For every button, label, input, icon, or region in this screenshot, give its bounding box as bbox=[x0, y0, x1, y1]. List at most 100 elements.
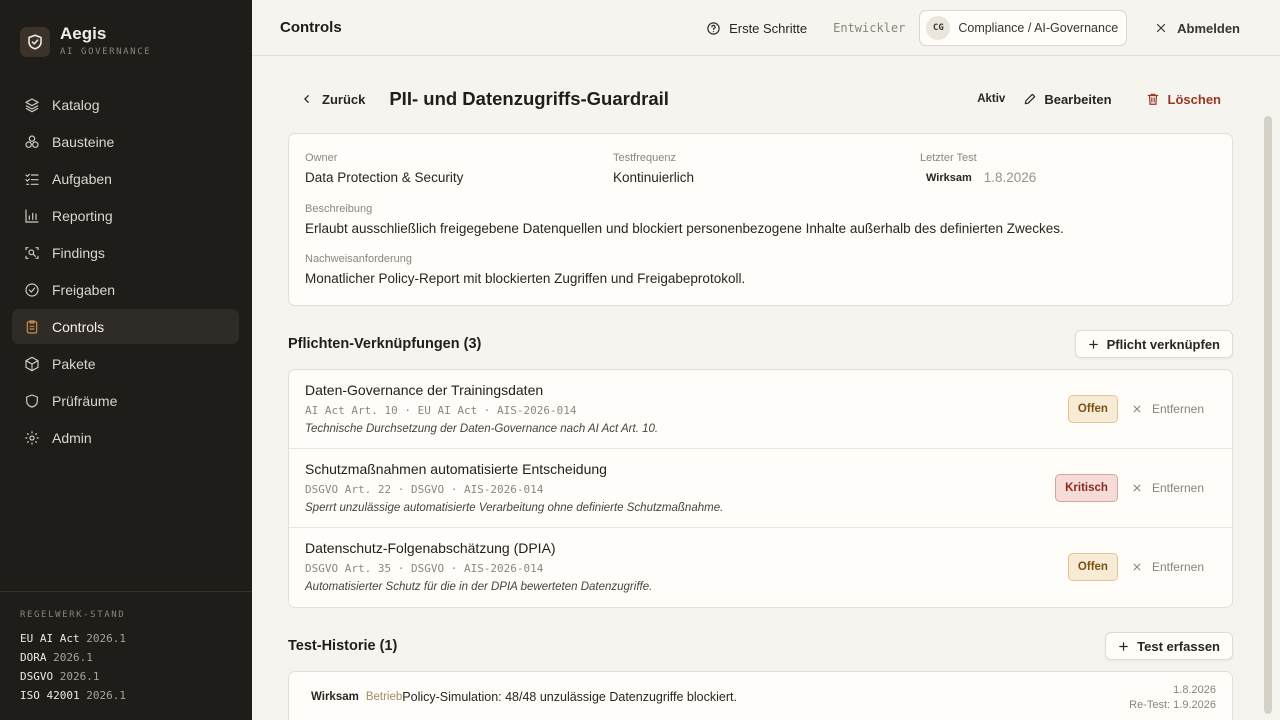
reg-row: ISO 42001 2026.1 bbox=[20, 686, 232, 705]
add-test-label: Test erfassen bbox=[1137, 638, 1220, 654]
chevron-left-icon bbox=[304, 95, 309, 103]
last-test-date: 1.8.2026 bbox=[983, 170, 1037, 185]
delete-button[interactable]: Löschen bbox=[1146, 92, 1221, 107]
sidebar-item-pakete[interactable]: Pakete bbox=[12, 346, 239, 381]
remove-label: Entfernen bbox=[1151, 402, 1204, 416]
reg-name: DSGVO bbox=[20, 670, 54, 683]
control-details-card: Owner Data Protection & Security Testfre… bbox=[288, 133, 1233, 306]
frequency-value: Kontinuierlich bbox=[613, 170, 695, 185]
test-type: Betrieb bbox=[365, 691, 403, 703]
list-item[interactable]: Schutzmaßnahmen automatisierte Entscheid… bbox=[289, 449, 1232, 528]
reg-version: 2026.1 bbox=[59, 670, 100, 683]
close-icon bbox=[1133, 484, 1141, 492]
list-item[interactable]: Daten-Governance der Trainingsdaten AI A… bbox=[289, 370, 1232, 449]
sidebar: Aegis AI GOVERNANCE Katalog Bausteine Au… bbox=[0, 0, 252, 720]
reg-version: 2026.1 bbox=[86, 689, 126, 702]
brand[interactable]: Aegis AI GOVERNANCE bbox=[20, 24, 151, 57]
evidence-value: Monatlicher Policy-Report mit blockierte… bbox=[305, 271, 746, 286]
brand-subtitle: AI GOVERNANCE bbox=[60, 47, 152, 57]
link-duty-button[interactable]: Pflicht verknüpfen bbox=[1074, 330, 1233, 358]
status-badge: Kritisch bbox=[1055, 474, 1118, 502]
close-icon bbox=[1157, 23, 1166, 33]
sidebar-item-pruefraeume[interactable]: Prüfräume bbox=[12, 383, 239, 418]
test-history-list: Wirksam Betrieb Policy-Simulation: 48/48… bbox=[288, 671, 1233, 720]
owner-field: Owner Data Protection & Security bbox=[305, 152, 463, 185]
sidebar-item-findings[interactable]: Findings bbox=[12, 235, 239, 270]
duty-description: Automatisierter Schutz für die in der DP… bbox=[305, 581, 653, 593]
back-button[interactable]: Zurück bbox=[302, 92, 365, 107]
add-test-button[interactable]: Test erfassen bbox=[1105, 632, 1233, 660]
test-result: Policy-Simulation: 48/48 unzulässige Dat… bbox=[402, 690, 737, 704]
sidebar-item-label: Prüfräume bbox=[52, 392, 118, 409]
blocks-icon bbox=[25, 134, 39, 148]
sidebar-item-bausteine[interactable]: Bausteine bbox=[12, 124, 239, 159]
frequency-field: Testfrequenz Kontinuierlich bbox=[613, 152, 694, 185]
status-badge: Aktiv bbox=[977, 93, 1006, 105]
sidebar-item-admin[interactable]: Admin bbox=[12, 420, 239, 455]
table-row[interactable]: Wirksam Betrieb Policy-Simulation: 48/48… bbox=[311, 690, 737, 704]
remove-duty-button[interactable]: Entfernen bbox=[1132, 560, 1204, 574]
scrollbar[interactable] bbox=[1264, 116, 1272, 714]
remove-duty-button[interactable]: Entfernen bbox=[1132, 481, 1204, 495]
reg-row: DORA 2026.1 bbox=[20, 648, 232, 667]
duty-title: Daten-Governance der Trainingsdaten bbox=[305, 382, 544, 398]
status-badge: Offen bbox=[1067, 553, 1118, 581]
status-badge: Offen bbox=[1067, 395, 1118, 423]
sidebar-item-label: Reporting bbox=[52, 207, 113, 224]
description-value: Erlaubt ausschließlich freigegebene Date… bbox=[305, 221, 1064, 236]
reg-row: EU AI Act 2026.1 bbox=[20, 629, 232, 648]
check-circle-icon bbox=[25, 282, 39, 297]
sidebar-nav: Katalog Bausteine Aufgaben Reporting Fin… bbox=[12, 87, 239, 457]
sidebar-item-freigaben[interactable]: Freigaben bbox=[12, 272, 239, 307]
logout-label: Abmelden bbox=[1177, 20, 1240, 36]
clipboard-icon bbox=[26, 319, 38, 334]
tasks-icon bbox=[25, 173, 39, 185]
list-item[interactable]: Datenschutz-Folgenabschätzung (DPIA) DSG… bbox=[289, 528, 1232, 607]
plus-icon bbox=[1119, 641, 1128, 651]
owner-label: Owner bbox=[305, 152, 338, 164]
logout-button[interactable]: Abmelden bbox=[1155, 21, 1240, 36]
duty-meta: AI Act Art. 10 · EU AI Act · AIS-2026-01… bbox=[305, 404, 577, 417]
link-duty-label: Pflicht verknüpfen bbox=[1106, 336, 1220, 352]
test-date: 1.8.2026 bbox=[1173, 684, 1216, 696]
test-dates: 1.8.2026 Re-Test: 1.9.2026 bbox=[1129, 683, 1216, 713]
sidebar-item-label: Aufgaben bbox=[52, 170, 112, 187]
description-field: Beschreibung Erlaubt ausschließlich frei… bbox=[305, 203, 1064, 236]
owner-value: Data Protection & Security bbox=[305, 170, 464, 185]
remove-label: Entfernen bbox=[1151, 481, 1204, 495]
evidence-field: Nachweisanforderung Monatlicher Policy-R… bbox=[305, 253, 745, 286]
main-content: Zurück PII- und Datenzugriffs-Guardrail … bbox=[252, 56, 1272, 720]
back-label: Zurück bbox=[322, 91, 366, 107]
reg-name: ISO 42001 bbox=[20, 689, 80, 702]
developer-link[interactable]: Entwickler bbox=[833, 21, 905, 35]
duty-meta: DSGVO Art. 22 · DSGVO · AIS-2026-014 bbox=[305, 483, 544, 496]
reg-name: DORA bbox=[20, 651, 47, 664]
scan-icon bbox=[25, 246, 39, 259]
regelwerk-status: REGELWERK-STAND EU AI Act 2026.1 DORA 20… bbox=[0, 591, 252, 705]
trash-icon bbox=[1147, 93, 1158, 105]
getting-started-label: Erste Schritte bbox=[729, 20, 808, 36]
close-icon bbox=[1133, 563, 1141, 571]
sidebar-item-label: Freigaben bbox=[52, 281, 116, 298]
tenant-avatar: CG bbox=[926, 16, 951, 40]
duties-title: Pflichten-Verknüpfungen (3) bbox=[288, 336, 482, 352]
sidebar-item-katalog[interactable]: Katalog bbox=[12, 87, 239, 122]
tenant-switcher[interactable]: CG Compliance / AI-Governance bbox=[919, 10, 1128, 46]
sidebar-item-label: Katalog bbox=[52, 96, 100, 113]
duty-meta: DSGVO Art. 35 · DSGVO · AIS-2026-014 bbox=[305, 562, 544, 575]
remove-label: Entfernen bbox=[1151, 560, 1204, 574]
reg-row: DSGVO 2026.1 bbox=[20, 667, 232, 686]
sidebar-item-label: Bausteine bbox=[52, 133, 115, 150]
edit-button[interactable]: Bearbeiten bbox=[1023, 92, 1112, 107]
close-icon bbox=[1133, 405, 1141, 413]
plus-icon bbox=[1088, 339, 1098, 349]
sidebar-item-aufgaben[interactable]: Aufgaben bbox=[12, 161, 239, 196]
sidebar-item-controls[interactable]: Controls bbox=[12, 309, 239, 344]
sidebar-item-reporting[interactable]: Reporting bbox=[12, 198, 239, 233]
test-state: Wirksam bbox=[311, 691, 359, 703]
topbar: Controls Erste Schritte Entwickler CG Co… bbox=[252, 0, 1280, 56]
history-title: Test-Historie (1) bbox=[288, 638, 398, 654]
sidebar-item-label: Pakete bbox=[52, 355, 96, 372]
remove-duty-button[interactable]: Entfernen bbox=[1132, 402, 1204, 416]
getting-started-button[interactable]: Erste Schritte bbox=[706, 21, 807, 36]
